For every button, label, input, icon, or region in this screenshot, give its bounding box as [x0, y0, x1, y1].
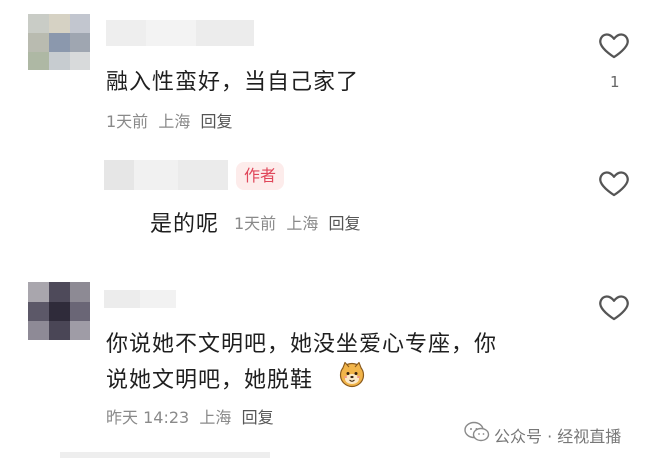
- watermark-source: 公众号 · 经视直播: [494, 427, 622, 446]
- heart-icon[interactable]: [597, 28, 631, 62]
- shiba-dog-face-icon: [339, 361, 365, 388]
- username-blurred[interactable]: [104, 290, 176, 308]
- username-blurred[interactable]: [106, 20, 254, 46]
- comment-text-line-2: 说她文明吧，她脱鞋: [106, 368, 314, 393]
- heart-icon[interactable]: [597, 166, 631, 200]
- reply-button[interactable]: 回复: [201, 112, 233, 131]
- reply-button[interactable]: 回复: [329, 214, 361, 233]
- comment-time: 1天前: [106, 112, 149, 131]
- comment-meta: 昨天 14:23 上海 回复: [106, 404, 274, 428]
- wechat-icon: [464, 421, 490, 442]
- author-badge: 作者: [236, 162, 285, 190]
- comment-text-line-1: 你说她不文明吧，她没坐爱心专座，你: [106, 332, 498, 357]
- comment-text: 是的呢: [150, 212, 220, 237]
- heart-icon[interactable]: [597, 290, 631, 324]
- comment-location: 上海: [286, 214, 319, 233]
- comment-time: 昨天 14:23: [106, 408, 190, 427]
- username-blurred[interactable]: [104, 160, 228, 190]
- comment-time: 1天前: [234, 214, 277, 233]
- like-count: 1: [610, 73, 620, 91]
- comment-location: 上海: [199, 408, 232, 427]
- avatar[interactable]: [28, 14, 90, 70]
- avatar[interactable]: [28, 282, 90, 340]
- comment-location: 上海: [158, 112, 191, 131]
- reply-button[interactable]: 回复: [242, 408, 274, 427]
- comment-text: 融入性蛮好，当自己家了: [106, 70, 360, 95]
- comment-meta: 1天前 上海 回复: [234, 210, 361, 234]
- comment-meta: 1天前 上海 回复: [106, 108, 233, 132]
- next-comment-blurred: [60, 452, 270, 458]
